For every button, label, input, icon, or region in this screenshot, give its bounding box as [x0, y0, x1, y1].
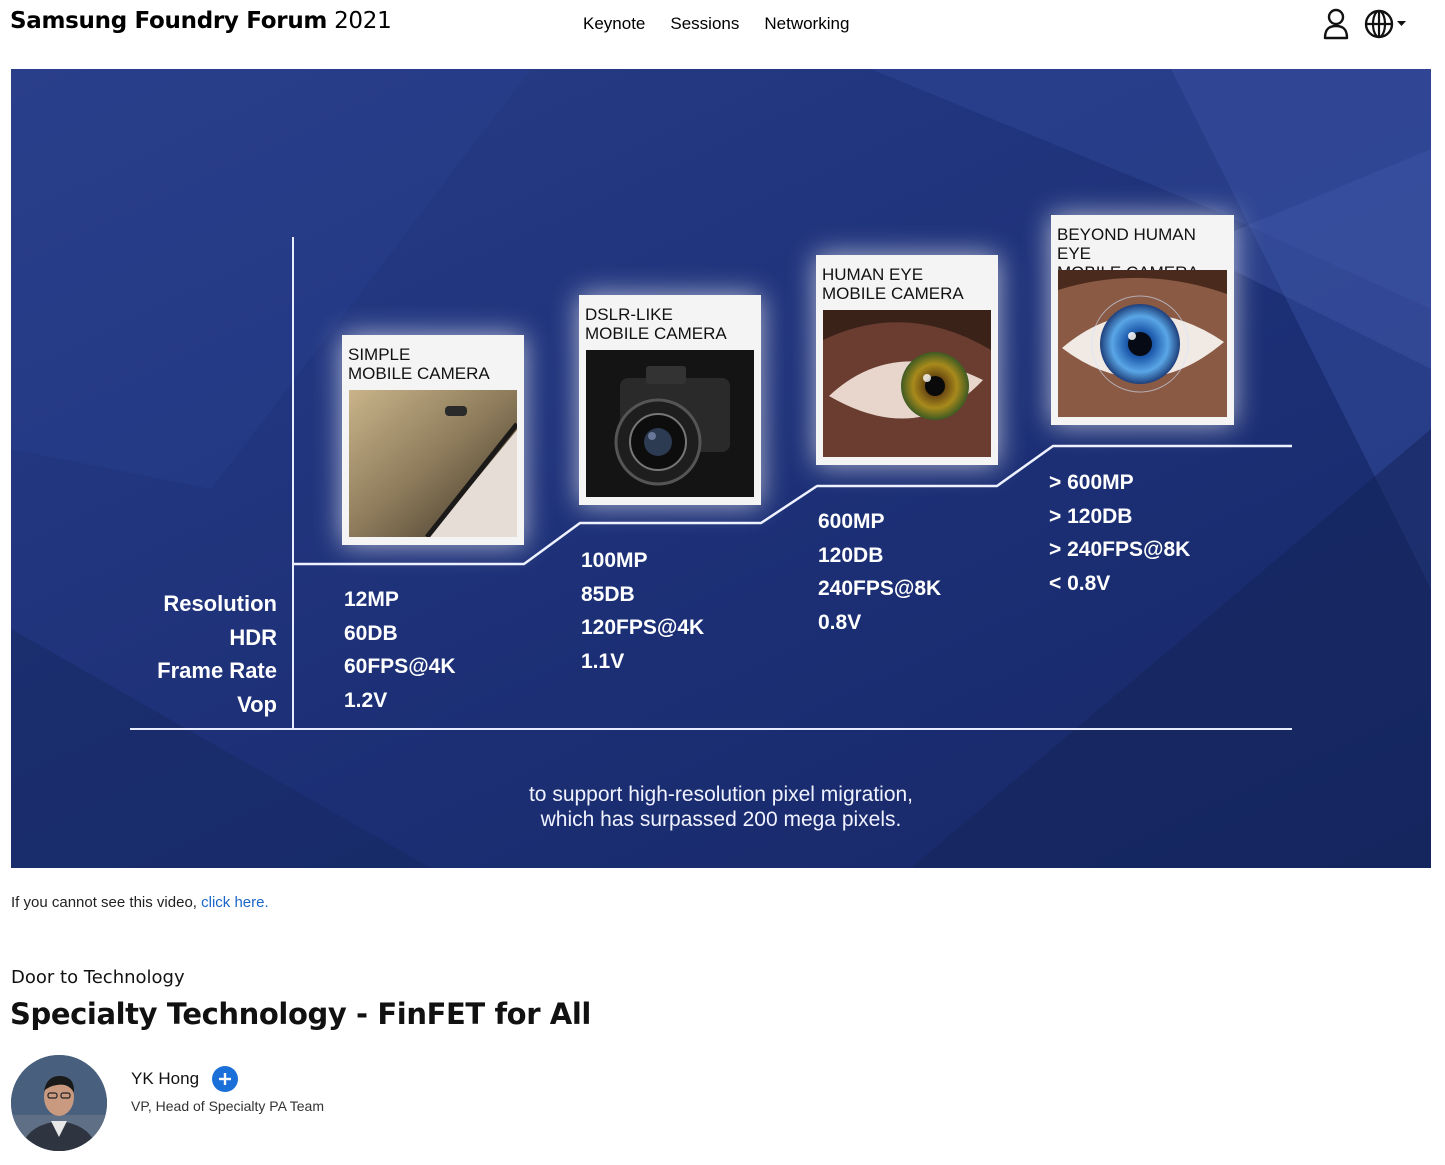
main-nav: Keynote Sessions Networking [583, 14, 849, 34]
nav-keynote[interactable]: Keynote [583, 14, 645, 34]
speaker-name: YK Hong [131, 1069, 200, 1088]
stage-card-dslr: DSLR-LIKE MOBILE CAMERA [579, 295, 761, 505]
value-vop: 1.1V [581, 649, 625, 673]
brand-year: 2021 [334, 8, 392, 34]
value-vop: < 0.8V [1049, 571, 1111, 595]
avatar[interactable] [11, 1055, 107, 1151]
value-frame-rate: 120FPS@4K [581, 616, 705, 639]
row-label-vop: Vop [237, 691, 277, 717]
vertical-axis [292, 237, 294, 729]
header-actions [1322, 8, 1406, 40]
value-frame-rate: 60FPS@4K [344, 655, 456, 678]
value-hdr: 85DB [581, 582, 635, 606]
caret-down-icon [1397, 21, 1406, 26]
stage-values-beyond-human-eye: > 600MP > 120DB > 240FPS@8K < 0.8V [1049, 466, 1190, 600]
brand-name: Samsung Foundry Forum [10, 8, 328, 34]
speaker-role: VP, Head of Specialty PA Team [131, 1098, 325, 1114]
row-label-hdr: HDR [229, 624, 277, 650]
caption-line-2: which has surpassed 200 mega pixels. [540, 808, 902, 831]
row-label-resolution: Resolution [163, 591, 277, 616]
dslr-camera-image [586, 350, 754, 497]
value-frame-rate: 240FPS@8K [818, 577, 942, 600]
stage-title: HUMAN EYE MOBILE CAMERA [822, 265, 964, 303]
nav-sessions[interactable]: Sessions [670, 14, 739, 34]
value-frame-rate: > 240FPS@8K [1049, 538, 1191, 561]
value-resolution: 12MP [344, 588, 399, 611]
add-speaker-button[interactable] [212, 1066, 238, 1092]
row-label-frame-rate: Frame Rate [157, 658, 277, 683]
blue-eye-image [1058, 270, 1227, 417]
user-icon[interactable] [1322, 8, 1350, 40]
session-category: Door to Technology [11, 967, 185, 988]
stage-card-human-eye: HUMAN EYE MOBILE CAMERA [816, 255, 998, 465]
fallback-text: If you cannot see this video, [11, 894, 202, 911]
stage-title: DSLR-LIKE MOBILE CAMERA [585, 305, 727, 343]
stage-values-dslr: 100MP 85DB 120FPS@4K 1.1V [581, 544, 704, 678]
value-resolution: 100MP [581, 549, 648, 572]
brand-logo[interactable]: Samsung Foundry Forum 2021 [10, 8, 392, 34]
plus-icon [219, 1073, 231, 1085]
video-player[interactable]: Resolution HDR Frame Rate Vop SIMPLE MOB… [11, 69, 1431, 868]
value-vop: 0.8V [818, 610, 862, 634]
row-labels: Resolution HDR Frame Rate Vop [111, 587, 277, 721]
value-hdr: > 120DB [1049, 504, 1133, 528]
slide-caption: to support high-resolution pixel migrati… [11, 782, 1431, 832]
nav-networking[interactable]: Networking [764, 14, 849, 34]
value-resolution: 600MP [818, 510, 885, 533]
video-fallback-notice: If you cannot see this video, click here… [11, 894, 269, 911]
value-hdr: 120DB [818, 543, 884, 567]
eye-image [823, 310, 991, 457]
value-resolution: > 600MP [1049, 471, 1134, 494]
stage-title: BEYOND HUMAN EYE MOBILE CAMERA [1057, 225, 1199, 282]
stage-card-simple: SIMPLE MOBILE CAMERA [342, 335, 524, 545]
horizontal-axis [130, 728, 1292, 730]
value-vop: 1.2V [344, 688, 388, 712]
globe-icon[interactable] [1364, 9, 1406, 39]
stage-values-human-eye: 600MP 120DB 240FPS@8K 0.8V [818, 505, 941, 639]
caption-line-1: to support high-resolution pixel migrati… [528, 783, 914, 806]
session-title: Specialty Technology - FinFET for All [10, 997, 591, 1031]
value-hdr: 60DB [344, 621, 398, 645]
top-header: Samsung Foundry Forum 2021 Keynote Sessi… [0, 0, 1445, 56]
click-here-link[interactable]: click here. [201, 894, 269, 911]
stage-values-simple: 12MP 60DB 60FPS@4K 1.2V [344, 583, 456, 717]
stage-card-beyond-human-eye: BEYOND HUMAN EYE MOBILE CAMERA [1051, 215, 1234, 425]
stage-title: SIMPLE MOBILE CAMERA [348, 345, 490, 383]
phone-image [349, 390, 517, 537]
